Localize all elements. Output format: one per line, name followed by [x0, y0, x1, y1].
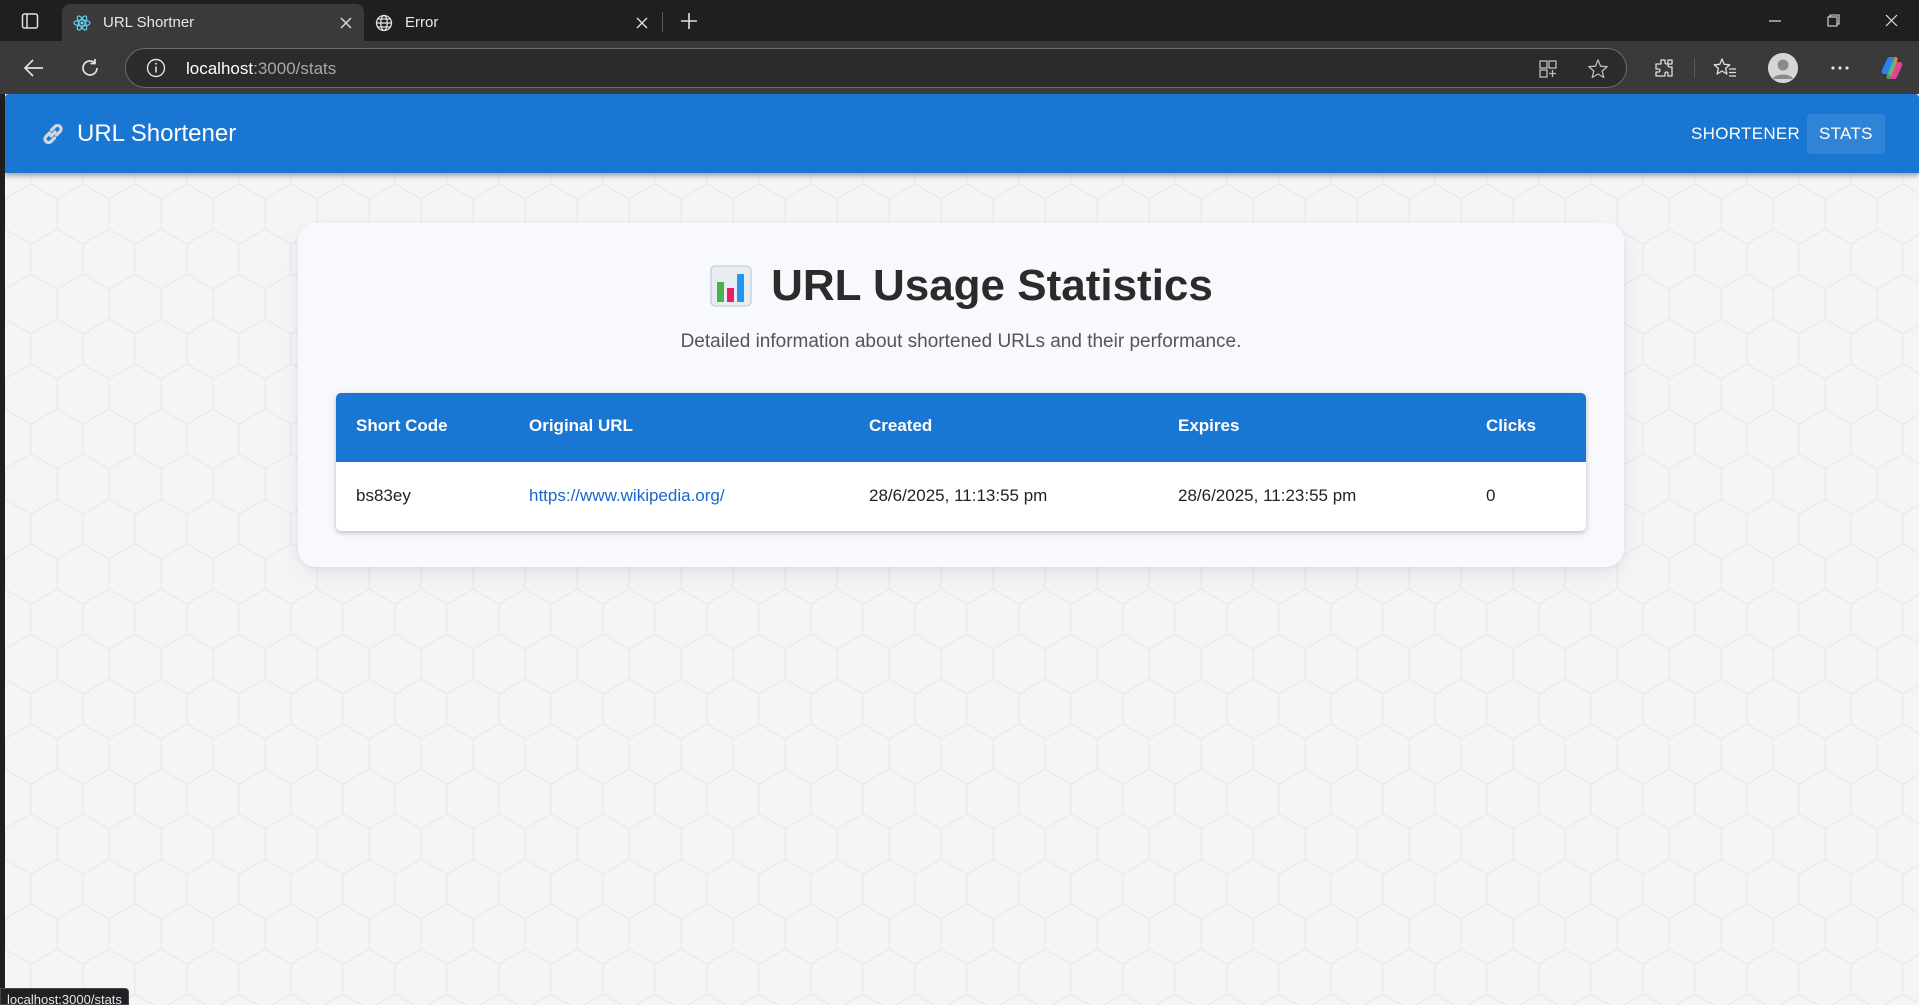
- column-header-clicks: Clicks: [1486, 416, 1537, 435]
- stats-table: Short Code Original URL Created Expires …: [336, 393, 1586, 531]
- minimize-icon[interactable]: [1747, 0, 1803, 41]
- table-header: Short Code Original URL Created Expires …: [336, 393, 1586, 462]
- tab-title: URL Shortner: [103, 14, 195, 31]
- close-icon[interactable]: [334, 11, 358, 35]
- column-header-original-url: Original URL: [529, 416, 633, 435]
- nav-shortener-button[interactable]: SHORTENER: [1679, 114, 1812, 154]
- url-host: localhost: [186, 59, 254, 78]
- status-bar-url: localhost:3000/stats: [0, 988, 129, 1005]
- cell-original-url-link[interactable]: https://www.wikipedia.org/: [529, 486, 725, 506]
- column-header-created: Created: [869, 416, 933, 435]
- page-subtitle: Detailed information about shortened URL…: [680, 331, 1242, 352]
- close-icon[interactable]: [630, 11, 654, 35]
- cell-short-code: bs83ey: [356, 486, 411, 505]
- cell-created: 28/6/2025, 11:13:55 pm: [869, 486, 1048, 505]
- browser-toolbar: localhost:3000/stats: [0, 41, 1919, 94]
- url-path: :3000/stats: [253, 59, 337, 78]
- page-viewport: URL Shortener SHORTENER STATS URL Usage …: [5, 94, 1919, 1005]
- close-window-icon[interactable]: [1863, 0, 1919, 41]
- tab-url-shortner[interactable]: URL Shortner: [62, 4, 364, 41]
- globe-icon: [375, 14, 393, 32]
- tab-divider: [662, 12, 663, 32]
- url-text[interactable]: localhost:3000/stats: [186, 59, 336, 79]
- stats-card: URL Usage Statistics Detailed informatio…: [298, 223, 1624, 567]
- tab-error[interactable]: Error: [364, 4, 660, 41]
- toolbar-divider: [1694, 58, 1695, 78]
- cell-expires: 28/6/2025, 11:23:55 pm: [1178, 486, 1357, 505]
- app-header: URL Shortener SHORTENER STATS: [5, 94, 1919, 173]
- favorites-icon[interactable]: [1710, 53, 1740, 83]
- nav-stats-button[interactable]: STATS: [1807, 114, 1885, 154]
- new-tab-plus-icon[interactable]: [676, 8, 702, 34]
- reload-icon[interactable]: [75, 53, 105, 83]
- app-available-icon[interactable]: [1536, 57, 1560, 81]
- back-arrow-icon[interactable]: [19, 53, 49, 83]
- column-header-expires: Expires: [1178, 416, 1240, 435]
- column-header-short-code: Short Code: [356, 416, 448, 435]
- copilot-icon[interactable]: [1877, 53, 1907, 83]
- address-bar[interactable]: localhost:3000/stats: [125, 48, 1627, 88]
- sidebar-toggle-icon[interactable]: [18, 9, 42, 33]
- brand[interactable]: URL Shortener: [39, 118, 236, 150]
- cell-clicks: 0: [1486, 486, 1496, 505]
- restore-icon[interactable]: [1805, 0, 1861, 41]
- bar-chart-icon: [709, 264, 753, 308]
- brand-title: URL Shortener: [77, 120, 237, 147]
- more-options-icon[interactable]: [1825, 53, 1855, 83]
- tab-title: Error: [405, 14, 439, 31]
- info-icon[interactable]: [146, 58, 166, 78]
- page-title-text: URL Usage Statistics: [771, 261, 1213, 310]
- favorite-star-icon[interactable]: [1586, 57, 1610, 81]
- browser-titlebar: URL Shortner Error: [0, 0, 1919, 41]
- extensions-icon[interactable]: [1649, 53, 1679, 83]
- react-icon: [73, 14, 91, 32]
- link-icon: [39, 120, 67, 148]
- profile-avatar-icon[interactable]: [1768, 53, 1798, 83]
- page-title: URL Usage Statistics: [298, 261, 1624, 311]
